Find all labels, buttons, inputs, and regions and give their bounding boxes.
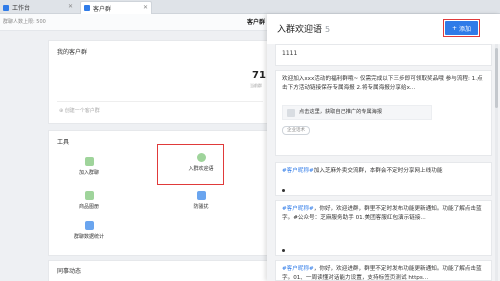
card-title: 我的客户群 [57,49,88,56]
tab-customer-group[interactable]: 客户群 ✕ [80,1,152,14]
message-count: 5 [325,25,331,34]
category-tag: 企业话术 [282,126,310,135]
drawer-scrollbar[interactable] [495,44,498,281]
people-add-icon [84,157,94,166]
stats-icon [84,221,94,230]
card-title: 工具 [57,139,70,146]
add-button[interactable]: + 添加 [445,21,478,35]
customer-group-icon [84,5,90,11]
welcome-card[interactable]: #客户昵称#加入芝麻外卖交流群，本群会不定时分享网上线功能 [275,162,492,196]
close-icon[interactable]: ✕ [143,4,148,11]
welcome-card[interactable]: 欢迎加入xxx活动的福利群哦~ 仅需完成以下三步即可领取奖品哦 参与流程: 1.… [275,70,492,156]
welcome-card[interactable]: #客户昵称#，你好，欢迎进群，群里不定时发布功能更新通知。功能了解点击蓝字。#公… [275,200,492,256]
tab-label: 客户群 [93,5,112,13]
shield-icon [196,191,206,200]
tab-strip: 工作台 ✕ 客户群 ✕ [0,0,500,14]
close-icon[interactable]: ✕ [68,3,73,10]
divider [57,101,263,102]
more-dot [282,249,285,252]
tab-workbench[interactable]: 工作台 ✕ [0,1,76,14]
card-title: 同事动态 [57,268,82,275]
tab-label: 工作台 [12,5,31,12]
welcome-message-drawer: 入群欢迎语 5 + 添加 1111 欢迎加入xxx活动的福利群哦~ 仅需完成以下三… [267,14,500,281]
tool-anti-harassment[interactable]: 防骚扰 [171,191,231,210]
poster-link-card[interactable]: 点击这里，获取自己推广的专属海报 [282,105,432,120]
my-customer-group-card: 我的客户群 71 当前群 ⊕ 创建一个客户群 [48,40,270,124]
tool-product-album[interactable]: 商品图册 [59,191,119,210]
create-group-link[interactable]: ⊕ 创建一个客户群 [59,107,100,114]
group-count-label: 当前群 [250,83,262,88]
page-title: 客户群 [247,19,266,26]
drawer-title: 入群欢迎语 5 [277,25,331,35]
drawer-header: 入群欢迎语 5 + 添加 [267,14,500,44]
group-limit-text: 群聊人数上限: 500 [3,19,46,25]
welcome-card[interactable]: #客户昵称#，你好，欢迎进群，群里不定时发布功能更新通知。功能了解点击蓝字。01… [275,260,492,281]
colleague-activity-card: 同事动态 [48,260,270,281]
plus-icon: + [451,24,457,32]
highlight-box-welcome-tool [157,144,224,185]
add-button-highlight: + 添加 [443,19,480,37]
nickname-placeholder: #客户昵称# [282,266,314,272]
welcome-card[interactable]: 1111 [275,44,492,66]
workbench-icon [3,4,9,11]
tool-group-stats[interactable]: 群聊数据统计 [59,221,119,240]
nickname-placeholder: #客户昵称# [282,168,314,174]
scroll-thumb[interactable] [495,48,498,108]
more-dot [282,189,285,192]
link-thumbnail-icon [287,108,295,117]
group-count: 71 [252,70,266,81]
nickname-placeholder: #客户昵称# [282,206,314,212]
product-album-icon [84,191,94,200]
tool-join-group[interactable]: 加入群聊 [59,157,119,176]
